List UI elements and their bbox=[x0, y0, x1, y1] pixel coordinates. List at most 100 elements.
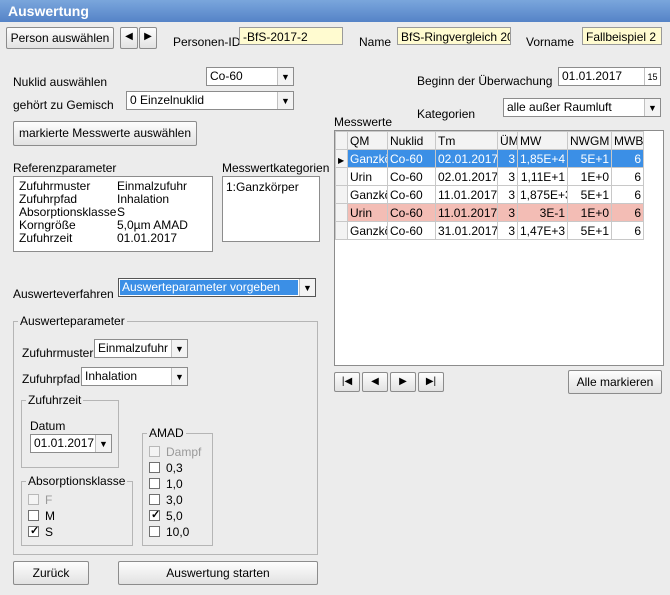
table-row[interactable]: Urin Co-60 02.01.2017 3 1,11E+1 1E+0 6 bbox=[335, 167, 644, 186]
table-cell[interactable]: 11.01.2017 bbox=[435, 185, 498, 204]
checkmark-icon: ✓ bbox=[30, 525, 40, 538]
table-cell[interactable]: Ganzkörper bbox=[347, 149, 388, 168]
table-cell[interactable]: Co-60 bbox=[387, 221, 436, 240]
amad-option[interactable]: 0,3 bbox=[149, 460, 183, 475]
vorname-field[interactable]: Fallbeispiel 2 bbox=[582, 27, 662, 45]
table-cell[interactable]: Urin bbox=[347, 203, 388, 222]
verfahren-select[interactable]: Auswerteparameter vorgeben ▼ bbox=[118, 278, 316, 297]
table-row[interactable]: Urin Co-60 11.01.2017 3 3E-1 1E+0 6 bbox=[335, 203, 644, 222]
row-selector[interactable] bbox=[335, 167, 348, 186]
column-header[interactable]: ÜM bbox=[497, 131, 518, 150]
kategorien-list[interactable]: 1:Ganzkörper bbox=[222, 176, 320, 242]
table-cell[interactable]: 5E+1 bbox=[567, 185, 612, 204]
amad-option[interactable]: 1,0 bbox=[149, 476, 183, 491]
checkbox[interactable]: ✓ bbox=[28, 525, 40, 538]
row-selector[interactable] bbox=[335, 221, 348, 240]
checkbox-label: 5,0 bbox=[166, 508, 183, 523]
kategorien-select[interactable]: alle außer Raumluft ▼ bbox=[503, 98, 661, 117]
personen-id-field[interactable]: -BfS-2017-2 bbox=[239, 27, 343, 45]
amad-option[interactable]: 10,0 bbox=[149, 524, 189, 539]
mark-measurements-button[interactable]: markierte Messwerte auswählen bbox=[13, 121, 197, 146]
table-cell[interactable]: 02.01.2017 bbox=[435, 167, 498, 186]
beginn-date-field[interactable]: 01.01.2017 15 bbox=[558, 67, 661, 86]
table-cell[interactable]: 3 bbox=[497, 203, 518, 222]
table-cell[interactable]: 6 bbox=[611, 221, 644, 240]
row-selector[interactable] bbox=[335, 203, 348, 222]
prev-record-button[interactable]: ◀ bbox=[362, 372, 388, 392]
auswerteparameter-title: Auswerteparameter bbox=[18, 314, 127, 328]
column-header[interactable]: MWB bbox=[611, 131, 644, 150]
checkbox[interactable] bbox=[149, 526, 160, 538]
calendar-icon[interactable]: 15 bbox=[644, 68, 660, 85]
table-cell[interactable]: 1,47E+3 bbox=[517, 221, 568, 240]
table-cell[interactable]: Co-60 bbox=[387, 185, 436, 204]
table-cell[interactable]: 11.01.2017 bbox=[435, 203, 498, 222]
person-select-button[interactable]: Person auswählen bbox=[6, 27, 114, 49]
checkbox[interactable]: ✓ bbox=[149, 509, 160, 522]
table-cell[interactable]: Urin bbox=[347, 167, 388, 186]
nuklid-select[interactable]: Co-60 ▼ bbox=[206, 67, 294, 86]
checkbox[interactable] bbox=[28, 510, 39, 522]
table-cell[interactable]: 5E+1 bbox=[567, 149, 612, 168]
table-cell[interactable]: Co-60 bbox=[387, 167, 436, 186]
gemisch-select[interactable]: 0 Einzelnuklid ▼ bbox=[126, 91, 294, 110]
kategorien-item[interactable]: 1:Ganzkörper bbox=[223, 177, 319, 197]
name-label: Name bbox=[359, 35, 392, 49]
table-cell[interactable]: 6 bbox=[611, 149, 644, 168]
last-record-button[interactable]: ▶| bbox=[418, 372, 444, 392]
datum-select[interactable]: 01.01.2017 ▼ bbox=[30, 434, 112, 453]
table-cell[interactable]: Ganzkörper bbox=[347, 221, 388, 240]
table-row[interactable]: GanzkörperCo-6031.01.201731,47E+35E+16 bbox=[335, 221, 644, 240]
nuklid-value: Co-60 bbox=[210, 69, 243, 83]
table-cell[interactable]: 3 bbox=[497, 149, 518, 168]
table-cell[interactable]: 3 bbox=[497, 221, 518, 240]
zufuhrpfad-select[interactable]: Inhalation ▼ bbox=[81, 367, 188, 386]
checkbox-label: F bbox=[45, 492, 53, 507]
table-cell[interactable]: 1,875E+3 bbox=[517, 185, 568, 204]
column-header[interactable]: Tm bbox=[435, 131, 498, 150]
table-cell[interactable]: 5E+1 bbox=[567, 221, 612, 240]
column-header[interactable]: QM bbox=[347, 131, 388, 150]
name-field[interactable]: BfS-Ringvergleich 2017 bbox=[397, 27, 511, 45]
last-record-icon: ▶| bbox=[425, 376, 437, 387]
amad-option[interactable]: ✓ 5,0 bbox=[149, 508, 183, 523]
table-cell[interactable]: 1E+0 bbox=[567, 203, 612, 222]
first-record-button[interactable]: |◀ bbox=[334, 372, 360, 392]
next-record-button[interactable]: ▶ bbox=[390, 372, 416, 392]
table-cell[interactable]: 1,11E+1 bbox=[517, 167, 568, 186]
amad-option[interactable]: 3,0 bbox=[149, 492, 183, 507]
table-cell[interactable]: 6 bbox=[611, 203, 644, 222]
zufuhrmuster-select[interactable]: Einmalzufuhr ▼ bbox=[94, 339, 188, 358]
checkbox[interactable] bbox=[149, 462, 160, 474]
table-cell[interactable]: 31.01.2017 bbox=[435, 221, 498, 240]
alle-markieren-button[interactable]: Alle markieren bbox=[568, 370, 662, 394]
table-row[interactable]: ▶GanzkörperCo-6002.01.201731,85E+45E+16 bbox=[335, 149, 644, 168]
table-cell[interactable]: 02.01.2017 bbox=[435, 149, 498, 168]
next-person-button[interactable]: ▶ bbox=[139, 27, 157, 49]
zurueck-button[interactable]: Zurück bbox=[13, 561, 89, 585]
prev-person-button[interactable]: ◀ bbox=[120, 27, 138, 49]
table-cell[interactable]: 3 bbox=[497, 167, 518, 186]
table-row[interactable]: GanzkörperCo-6011.01.201731,875E+35E+16 bbox=[335, 185, 644, 204]
checkbox[interactable] bbox=[149, 494, 160, 506]
table-cell[interactable]: 6 bbox=[611, 167, 644, 186]
table-cell[interactable]: 6 bbox=[611, 185, 644, 204]
column-header[interactable]: Nuklid bbox=[387, 131, 436, 150]
table-cell[interactable]: 3 bbox=[497, 185, 518, 204]
row-selector[interactable]: ▶ bbox=[335, 149, 348, 168]
table-cell[interactable]: 1E+0 bbox=[567, 167, 612, 186]
column-header[interactable]: MW bbox=[517, 131, 568, 150]
table-cell[interactable]: 1,85E+4 bbox=[517, 149, 568, 168]
table-cell[interactable]: Ganzkörper bbox=[347, 185, 388, 204]
absorption-option[interactable]: ✓ S bbox=[28, 524, 53, 539]
table-cell[interactable]: Co-60 bbox=[387, 203, 436, 222]
checkbox[interactable] bbox=[149, 478, 160, 490]
column-header[interactable]: NWGM bbox=[567, 131, 612, 150]
table-cell[interactable]: 3E-1 bbox=[517, 203, 568, 222]
absorption-option[interactable]: M bbox=[28, 508, 55, 523]
row-selector[interactable] bbox=[335, 185, 348, 204]
auswertung-starten-button[interactable]: Auswertung starten bbox=[118, 561, 318, 585]
table-cell[interactable]: Co-60 bbox=[387, 149, 436, 168]
chevron-down-icon: ▼ bbox=[95, 435, 111, 452]
absorption-option: F bbox=[28, 492, 52, 507]
